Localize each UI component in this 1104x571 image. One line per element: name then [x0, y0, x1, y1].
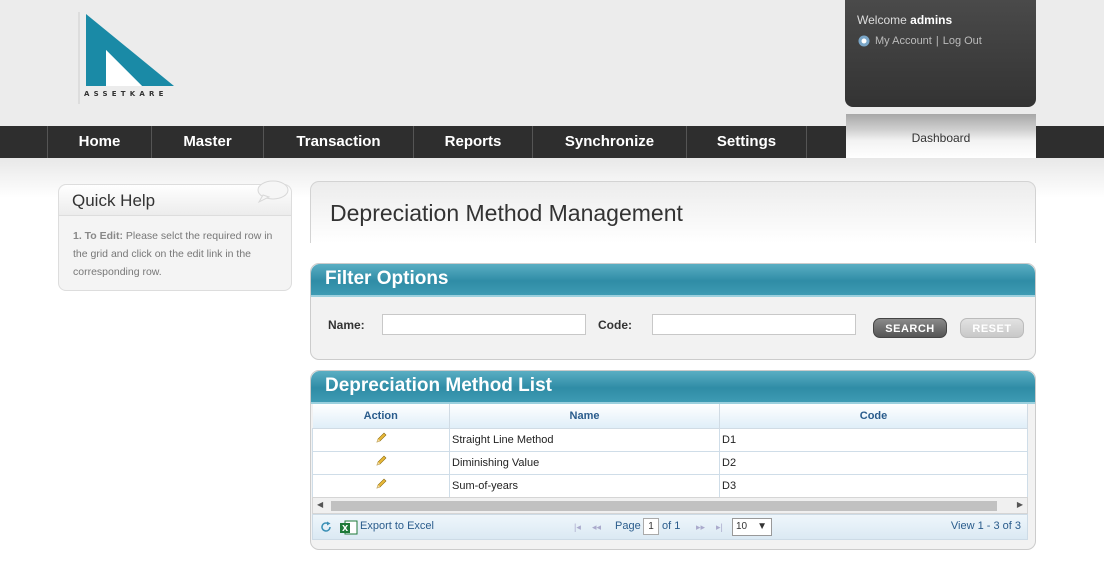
pencil-icon[interactable] [375, 455, 387, 467]
nav-reports[interactable]: Reports [413, 126, 532, 158]
nav-master[interactable]: Master [151, 126, 263, 158]
column-header-code[interactable]: Code [719, 404, 1028, 429]
page-label: Page [615, 520, 641, 532]
nav-home[interactable]: Home [47, 126, 151, 158]
scroll-right-icon[interactable]: ▶ [1017, 500, 1023, 509]
last-page-icon[interactable]: ▸| [716, 522, 723, 533]
action-cell [312, 451, 450, 475]
quick-help-text: 1. To Edit: Please selct the required ro… [73, 227, 283, 281]
welcome-text: Welcome admins [857, 13, 952, 27]
nav-divider [806, 126, 807, 158]
column-header-name[interactable]: Name [449, 404, 720, 429]
table-row[interactable]: Sum-of-years D3 [312, 474, 1028, 498]
name-input[interactable] [382, 314, 586, 335]
name-cell: Diminishing Value [449, 451, 720, 475]
column-header-action[interactable]: Action [312, 404, 450, 429]
account-panel: Welcome admins My Account | Log Out [845, 0, 1036, 107]
welcome-prefix: Welcome [857, 13, 907, 27]
my-account-link[interactable]: My Account [875, 35, 932, 47]
data-grid: Action Name Code Straight Line Method D1 [312, 404, 1028, 498]
search-button[interactable]: SEARCH [873, 318, 947, 338]
list-header: Depreciation Method List [311, 371, 1035, 404]
nav-settings[interactable]: Settings [686, 126, 806, 158]
link-separator: | [935, 35, 939, 47]
horizontal-scrollbar[interactable]: ◀ ▶ [312, 497, 1028, 514]
name-cell: Straight Line Method [449, 428, 720, 452]
rows-per-page-value: 10 [736, 521, 748, 532]
title-panel: Depreciation Method Management [310, 181, 1036, 243]
action-cell [312, 428, 450, 452]
user-icon [858, 35, 870, 47]
code-input[interactable] [652, 314, 856, 335]
dashboard-tab[interactable]: Dashboard [846, 114, 1036, 158]
dropdown-arrow-icon: ▼ [757, 521, 767, 532]
logout-link[interactable]: Log Out [943, 35, 982, 47]
quick-help-title: Quick Help [72, 191, 156, 210]
name-cell: Sum-of-years [449, 474, 720, 498]
account-links: My Account | Log Out [857, 35, 982, 47]
code-label: Code: [598, 318, 632, 332]
code-cell: D2 [719, 451, 1028, 475]
speech-bubble-icon [257, 180, 289, 204]
pencil-icon[interactable] [375, 432, 387, 444]
action-cell [312, 474, 450, 498]
table-row[interactable]: Straight Line Method D1 [312, 428, 1028, 452]
grid-pager: X Export to Excel |◂ ◂◂ Page of 1 ▸▸ ▸| … [312, 514, 1028, 540]
logo-divider [78, 12, 80, 104]
page-of-label: of 1 [662, 520, 681, 532]
next-page-icon[interactable]: ▸▸ [696, 522, 705, 533]
scrollbar-thumb[interactable] [331, 501, 997, 511]
nav-transaction[interactable]: Transaction [263, 126, 413, 158]
header: ASSETKARE Welcome admins My Account | Lo… [0, 0, 1104, 126]
svg-text:X: X [342, 524, 349, 533]
filter-title: Filter Options [325, 268, 449, 289]
filter-panel: Filter Options [310, 263, 1036, 360]
grid-header-row: Action Name Code [312, 404, 1028, 429]
rows-per-page-select[interactable]: 10 ▼ [732, 518, 772, 536]
logo-text: ASSETKARE [84, 90, 168, 98]
reset-button[interactable]: RESET [960, 318, 1024, 338]
export-excel-link[interactable]: Export to Excel [360, 520, 434, 532]
prev-page-icon[interactable]: ◂◂ [592, 522, 601, 533]
username: admins [910, 13, 953, 27]
code-cell: D3 [719, 474, 1028, 498]
excel-icon[interactable]: X [340, 520, 358, 535]
view-count-text: View 1 - 3 of 3 [950, 520, 1021, 532]
quick-help-step-label: 1. To Edit: [73, 230, 123, 242]
name-label: Name: [328, 318, 365, 332]
refresh-icon[interactable] [320, 521, 332, 533]
nav-synchronize[interactable]: Synchronize [532, 126, 686, 158]
list-title: Depreciation Method List [325, 375, 552, 396]
pencil-icon[interactable] [375, 478, 387, 490]
first-page-icon[interactable]: |◂ [574, 522, 581, 533]
code-cell: D1 [719, 428, 1028, 452]
scroll-left-icon[interactable]: ◀ [317, 500, 323, 509]
table-row[interactable]: Diminishing Value D2 [312, 451, 1028, 475]
quick-help-panel: Quick Help 1. To Edit: Please selct the … [58, 180, 292, 291]
page-title: Depreciation Method Management [330, 200, 683, 226]
filter-header: Filter Options [311, 264, 1035, 297]
page-number-input[interactable] [643, 518, 659, 535]
